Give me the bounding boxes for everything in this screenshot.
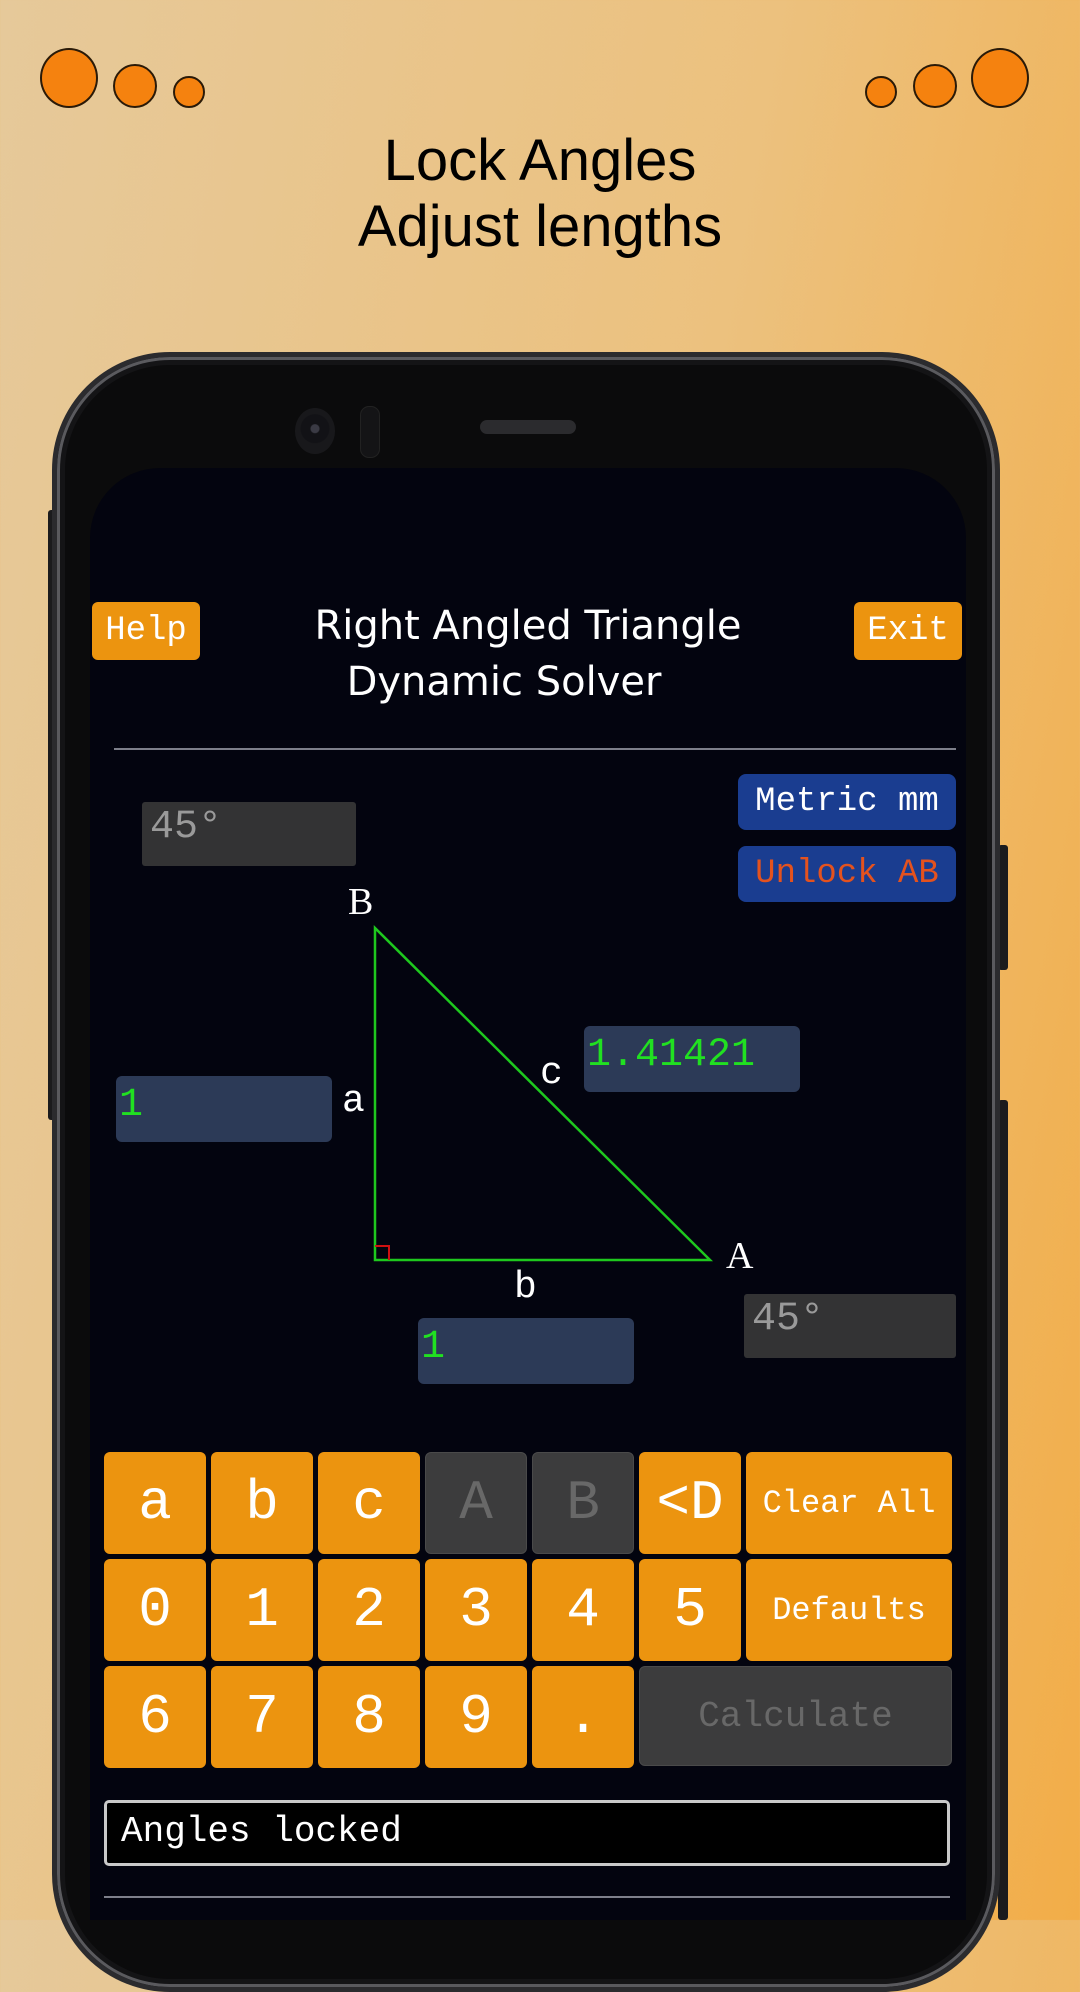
key-2[interactable]: 2 <box>318 1559 420 1661</box>
key-0[interactable]: 0 <box>104 1559 206 1661</box>
side-c-field[interactable]: 1.41421 <box>584 1026 800 1092</box>
decor-dot-right-small <box>865 76 897 108</box>
decor-dot-left-small <box>173 76 205 108</box>
key-9[interactable]: 9 <box>425 1666 527 1768</box>
status-message: Angles locked <box>104 1800 950 1866</box>
angle-A-field[interactable]: 45° <box>744 1294 956 1358</box>
decor-dot-right-medium <box>913 64 957 108</box>
side-label-c: c <box>540 1052 563 1095</box>
key-3[interactable]: 3 <box>425 1559 527 1661</box>
defaults-button[interactable]: Defaults <box>746 1559 952 1661</box>
key-5[interactable]: 5 <box>639 1559 741 1661</box>
vertex-label-B: B <box>348 881 374 923</box>
decor-dot-right-large <box>971 48 1029 108</box>
side-label-a: a <box>342 1080 365 1123</box>
app-screen: Help Exit Right Angled Triangle Dynamic … <box>90 468 966 1920</box>
decor-dot-left-medium <box>113 64 157 108</box>
key-6[interactable]: 6 <box>104 1666 206 1768</box>
earpiece-speaker <box>480 420 576 434</box>
key-c[interactable]: c <box>318 1452 420 1554</box>
promo-headline-2: Adjust lengths <box>357 194 723 259</box>
decor-dot-left-large <box>40 48 98 108</box>
calculate-button-disabled[interactable]: Calculate <box>639 1666 952 1766</box>
key-b[interactable]: b <box>211 1452 313 1554</box>
key-delete[interactable]: <D <box>639 1452 741 1554</box>
key-a[interactable]: a <box>104 1452 206 1554</box>
key-8[interactable]: 8 <box>318 1666 420 1768</box>
key-B-disabled[interactable]: B <box>532 1452 634 1554</box>
clear-all-button[interactable]: Clear All <box>746 1452 952 1554</box>
side-a-field[interactable]: 1 <box>116 1076 332 1142</box>
proximity-sensor <box>360 406 380 458</box>
vertex-label-A: A <box>726 1235 754 1277</box>
right-angle-marker <box>375 1245 390 1260</box>
key-1[interactable]: 1 <box>211 1559 313 1661</box>
side-label-b: b <box>514 1266 537 1309</box>
promo-headline-1: Lock Angles <box>383 128 697 193</box>
key-7[interactable]: 7 <box>211 1666 313 1768</box>
front-camera-icon <box>295 408 335 454</box>
key-A-disabled[interactable]: A <box>425 1452 527 1554</box>
footer-divider <box>104 1896 950 1898</box>
key-decimal[interactable]: . <box>532 1666 634 1768</box>
key-4[interactable]: 4 <box>532 1559 634 1661</box>
side-b-field[interactable]: 1 <box>418 1318 634 1384</box>
